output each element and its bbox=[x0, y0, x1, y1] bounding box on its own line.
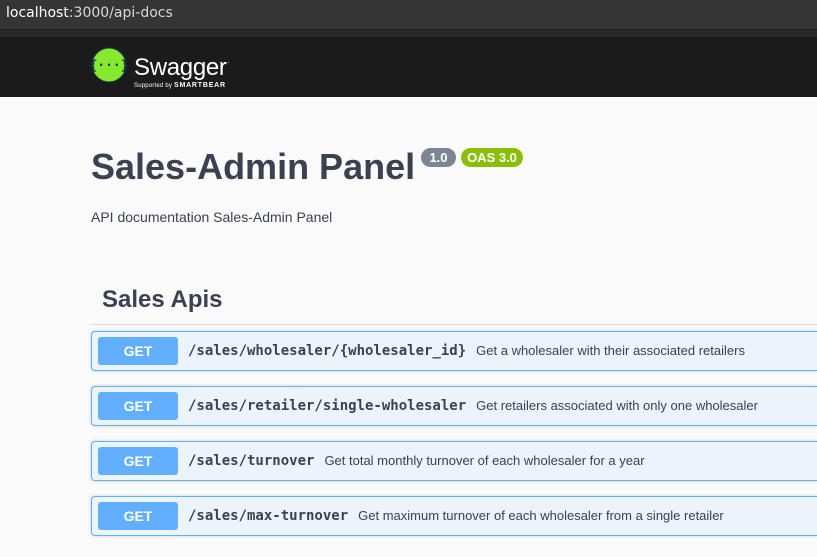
tag-section-header[interactable]: Sales Apis bbox=[91, 283, 817, 325]
method-badge-get: GET bbox=[98, 447, 178, 475]
method-badge-get: GET bbox=[98, 392, 178, 420]
swagger-topbar: {···} Swagger. Supported by SMARTBEAR bbox=[0, 37, 817, 97]
operation-get-max-turnover[interactable]: GET /sales/max-turnover Get maximum turno… bbox=[91, 496, 817, 536]
url-path: :3000/api-docs bbox=[68, 5, 173, 21]
operation-summary: Get a wholesaler with their associated r… bbox=[476, 343, 745, 358]
api-title: Sales-Admin Panel bbox=[91, 146, 416, 187]
operation-path: /sales/max-turnover Get maximum turnover … bbox=[188, 508, 724, 524]
operation-path: /sales/turnover Get total monthly turnove… bbox=[188, 453, 645, 469]
version-badge: 1.0 bbox=[421, 148, 456, 167]
operation-get-wholesaler[interactable]: GET /sales/wholesaler/{wholesaler_id} Get… bbox=[91, 331, 817, 371]
method-badge-get: GET bbox=[98, 337, 178, 365]
address-url[interactable]: localhost:3000/api-docs bbox=[6, 5, 173, 21]
api-description: API documentation Sales-Admin Panel bbox=[91, 209, 333, 225]
operation-path: /sales/wholesaler/{wholesaler_id} Get a w… bbox=[188, 343, 745, 359]
browser-address-bar[interactable]: localhost:3000/api-docs bbox=[0, 0, 817, 30]
url-host: localhost bbox=[6, 5, 69, 21]
operation-summary: Get maximum turnover of each wholesaler … bbox=[358, 508, 724, 523]
swagger-wordmark: Swagger. bbox=[134, 54, 230, 81]
oas-version-badge: OAS 3.0 bbox=[461, 148, 523, 167]
browser-toolbar-separator bbox=[0, 30, 817, 37]
swagger-logo-text: Swagger. Supported by SMARTBEAR bbox=[134, 50, 230, 90]
operation-summary: Get total monthly turnover of each whole… bbox=[324, 453, 645, 468]
swagger-supported-by: Supported by SMARTBEAR bbox=[134, 82, 226, 89]
swagger-logo[interactable]: {···} Swagger. Supported by SMARTBEAR bbox=[91, 47, 230, 90]
operation-get-retailer-single-wholesaler[interactable]: GET /sales/retailer/single-wholesaler Get… bbox=[91, 386, 817, 426]
operation-get-turnover[interactable]: GET /sales/turnover Get total monthly tur… bbox=[91, 441, 817, 481]
tag-name: Sales Apis bbox=[102, 286, 223, 313]
method-badge-get: GET bbox=[98, 502, 178, 530]
operation-path: /sales/retailer/single-wholesaler Get ret… bbox=[188, 398, 758, 414]
operation-summary: Get retailers associated with only one w… bbox=[476, 398, 758, 413]
svg-text:{···}: {···} bbox=[91, 59, 127, 74]
swagger-logo-icon: {···} bbox=[91, 47, 127, 83]
